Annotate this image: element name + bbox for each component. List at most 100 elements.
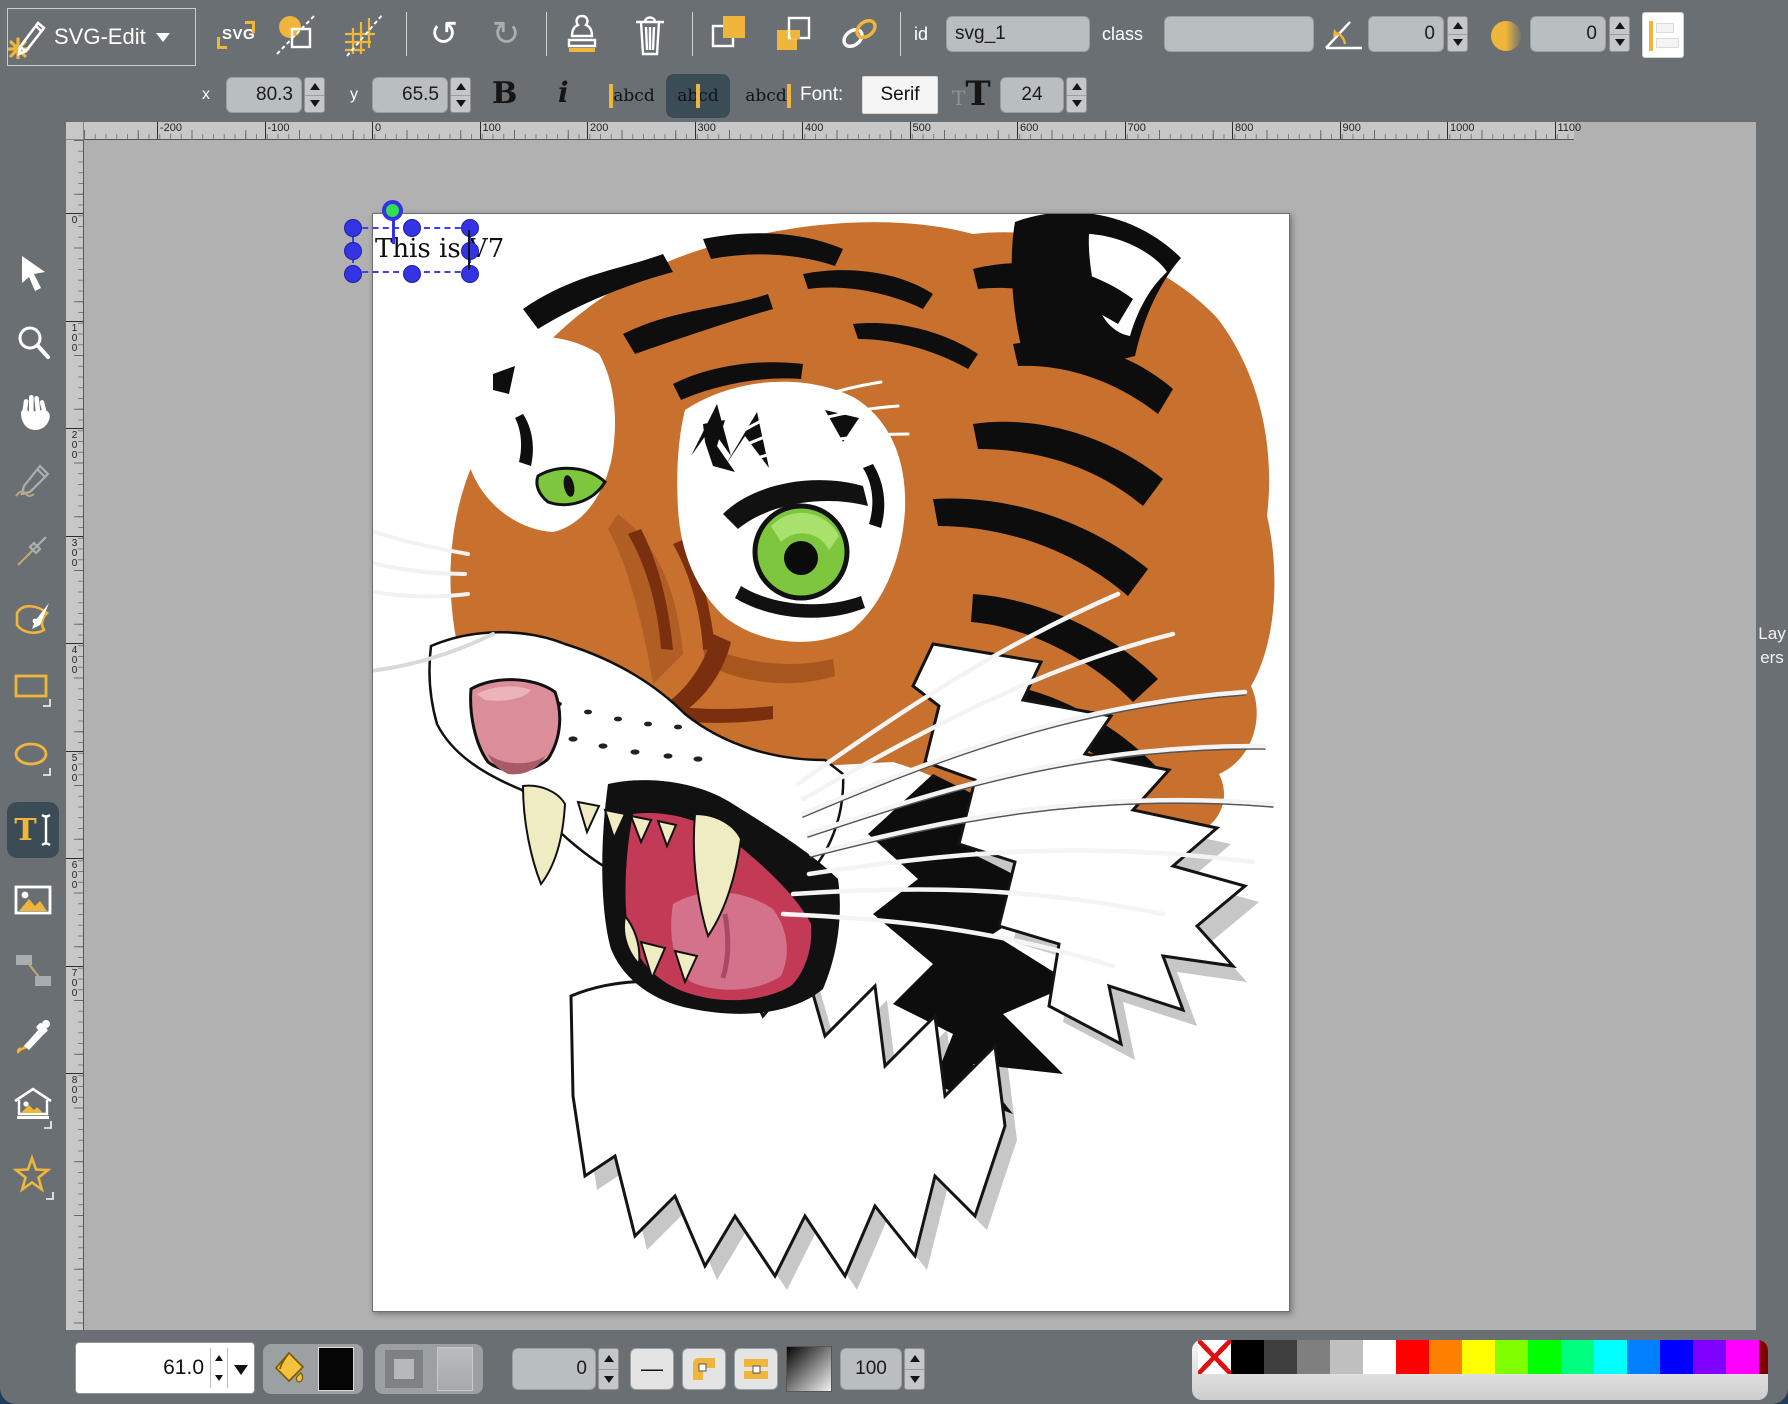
selection-handle-nw[interactable] [344,219,362,237]
wireframe-mode-button[interactable] [272,10,320,58]
tool-eyedropper[interactable] [7,1011,59,1067]
magnifier-icon [13,322,53,364]
opacity-spinner[interactable] [904,1348,925,1390]
stroke-color-button[interactable] [375,1344,483,1394]
x-position-input[interactable] [226,77,302,113]
tool-path[interactable] [7,591,59,647]
y-spinner[interactable] [450,77,471,113]
stroke-width-input[interactable] [512,1348,596,1390]
element-id-input[interactable] [946,16,1090,52]
undo-button[interactable]: ↺ [420,10,468,58]
palette-swatch-7fff00[interactable] [1495,1340,1528,1374]
make-link-button[interactable] [836,10,884,58]
text-anchor-middle-button[interactable]: abcd [666,74,730,118]
font-family-button[interactable]: Serif [862,76,938,114]
text-anchor-start-button[interactable]: abcd [606,74,658,118]
palette-swatch-7f0000[interactable] [1759,1340,1768,1374]
palette-swatch-00ffff[interactable] [1594,1340,1627,1374]
palette-swatch-7f7f7f[interactable] [1297,1340,1330,1374]
tool-select[interactable] [7,246,59,302]
palette-swatch-ff0000[interactable] [1396,1340,1429,1374]
selection-handle-s[interactable] [403,265,421,283]
selection-box[interactable] [352,227,471,273]
align-button[interactable] [1642,12,1684,58]
layers-panel-tab[interactable]: Layers [1756,122,1788,1330]
stroke-style-button[interactable]: — [630,1348,674,1390]
tool-ellipse[interactable] [7,729,59,785]
palette-swatch-7f00ff[interactable] [1693,1340,1726,1374]
rotation-angle-input[interactable] [1368,16,1444,52]
grid-snap-button[interactable] [340,10,388,58]
tool-zoom[interactable] [7,315,59,371]
tool-pan[interactable] [7,384,59,440]
move-back-icon [771,10,817,58]
element-class-input[interactable] [1164,16,1314,52]
selection-handle-sw[interactable] [344,265,362,283]
tool-connector[interactable] [7,942,59,998]
fill-color-button[interactable] [263,1344,363,1394]
svg-canvas[interactable]: This is V7 [372,213,1290,1312]
tool-pencil[interactable] [7,453,59,509]
tool-text[interactable]: T [7,802,59,858]
font-size-spinner[interactable] [1066,77,1087,113]
opacity-input[interactable] [840,1348,902,1390]
h-ruler-label: 900 [1340,122,1361,139]
v-ruler-label: 7 0 0 [66,966,83,999]
palette-swatch-000000[interactable] [1231,1340,1264,1374]
font-label: Font: [800,84,843,106]
y-position-input[interactable] [372,77,448,113]
blur-icon [1488,18,1524,59]
text-anchor-end-button[interactable]: abcd [742,74,794,118]
fill-color-swatch [318,1347,354,1391]
main-menu-button[interactable]: SVG-Edit [7,8,196,66]
tool-shape-library[interactable] [7,1080,59,1136]
palette-swatch-00ff00[interactable] [1528,1340,1561,1374]
palette-swatch-ffff00[interactable] [1462,1340,1495,1374]
select-arrow-icon [13,253,53,295]
source-editor-button[interactable]: SVG [212,12,260,60]
clone-button[interactable] [558,10,606,58]
redo-button[interactable]: ↻ [482,10,530,58]
italic-button[interactable]: i [558,76,569,109]
tool-line[interactable] [7,522,59,578]
opacity-gradient-icon[interactable] [786,1346,832,1392]
tool-star[interactable] [7,1149,59,1205]
blur-input[interactable] [1530,16,1606,52]
palette-swatch-007fff[interactable] [1627,1340,1660,1374]
zoom-spinner[interactable] [210,1348,228,1388]
svg-edit-logo-icon [8,15,48,59]
stroke-linejoin-button[interactable] [682,1348,726,1390]
palette-swatch-ffffff[interactable] [1363,1340,1396,1374]
delete-button[interactable] [626,10,674,58]
selection-handle-n[interactable] [403,219,421,237]
font-size-icon: TT [952,74,991,114]
palette-swatch-00ff7f[interactable] [1561,1340,1594,1374]
selection-handle-w[interactable] [344,242,362,260]
selection-handle-ne[interactable] [461,219,479,237]
bold-button[interactable]: B [492,76,517,111]
palette-swatch-bfbfbf[interactable] [1330,1340,1363,1374]
angle-spinner[interactable] [1447,16,1468,52]
tool-image[interactable] [7,873,59,929]
stroke-linecap-button[interactable] [734,1348,778,1390]
rotate-grip[interactable] [382,200,403,221]
zoom-control[interactable]: 61.0 [75,1342,255,1394]
shape-library-icon [10,1084,56,1132]
move-to-front-button[interactable] [706,10,754,58]
move-to-back-button[interactable] [770,10,818,58]
palette-swatch-none[interactable] [1198,1340,1231,1374]
id-label: id [914,24,928,45]
font-size-input[interactable] [1000,77,1064,113]
x-spinner[interactable] [304,77,325,113]
blur-spinner[interactable] [1609,16,1630,52]
selection-handle-e[interactable] [461,242,479,260]
palette-swatch-0000ff[interactable] [1660,1340,1693,1374]
tiger-artwork[interactable] [373,214,1291,1313]
palette-swatch-3f3f3f[interactable] [1264,1340,1297,1374]
tool-rectangle[interactable] [7,660,59,716]
palette-swatch-ff00ff[interactable] [1726,1340,1759,1374]
v-ruler-label: 8 0 0 [66,1073,83,1106]
palette-swatch-ff7f00[interactable] [1429,1340,1462,1374]
stroke-width-spinner[interactable] [598,1348,619,1390]
selection-handle-se[interactable] [461,265,479,283]
